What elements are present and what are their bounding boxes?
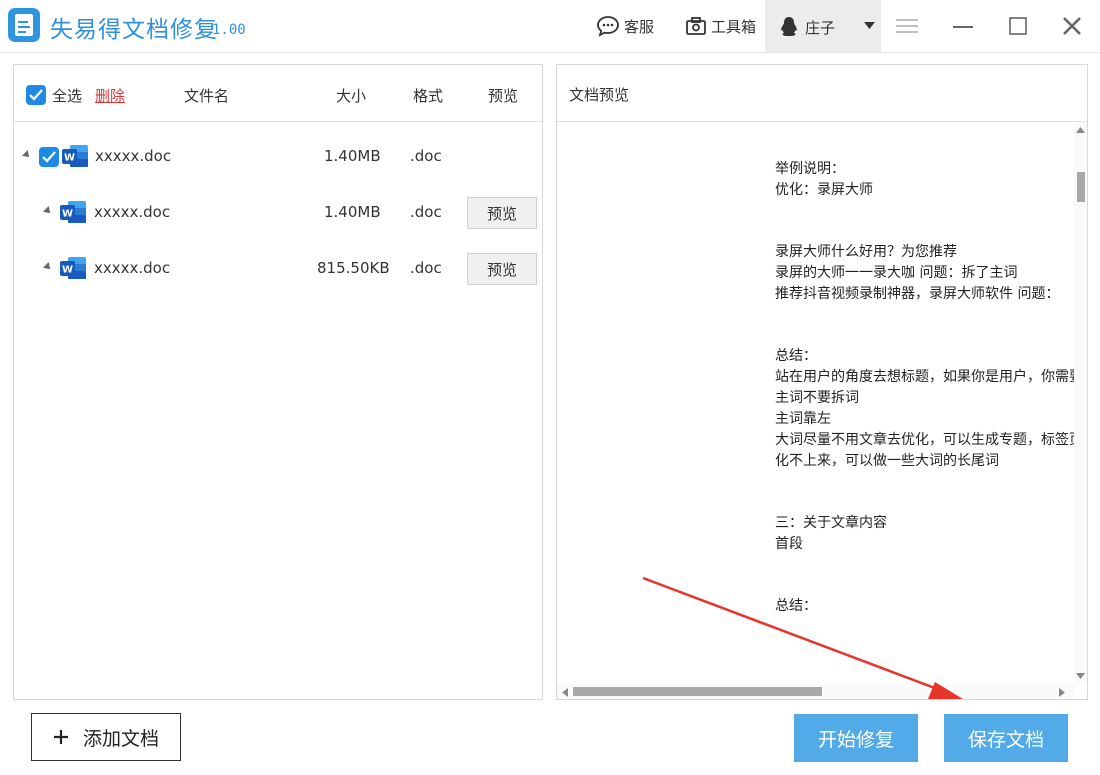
file-size: 815.50KB bbox=[317, 259, 390, 277]
document-preview-panel: 文档预览 举例说明： 优化：录屏大师 录屏大师什么好用？为您推荐 录屏的大师一一… bbox=[556, 64, 1088, 700]
preview-button[interactable]: 预览 bbox=[467, 253, 537, 285]
title-bar: 失易得文档修复 1.00 客服 工具箱 庄子 bbox=[0, 0, 1100, 53]
select-all-checkbox[interactable] bbox=[26, 85, 46, 105]
expand-triangle-icon[interactable] bbox=[22, 150, 32, 160]
scroll-up-arrow-icon[interactable] bbox=[1076, 127, 1085, 133]
checkmark-icon bbox=[29, 89, 43, 101]
table-row[interactable]: W xxxxx.doc 815.50KB .doc 预览 bbox=[14, 240, 542, 296]
vertical-scroll-thumb[interactable] bbox=[1077, 172, 1085, 202]
preview-line: 推荐抖音视频录制神器，录屏大师软件 问题： bbox=[775, 286, 1060, 302]
file-list-header: 全选 删除 文件名 大小 格式 预览 bbox=[14, 65, 542, 122]
word-doc-icon: W bbox=[62, 145, 88, 167]
app-logo-icon bbox=[8, 8, 40, 42]
horizontal-scroll-thumb[interactable] bbox=[573, 687, 822, 696]
preview-line: 主词不要拆词 bbox=[775, 390, 859, 406]
file-name: xxxxx.doc bbox=[94, 259, 171, 277]
chevron-down-icon[interactable] bbox=[864, 22, 875, 30]
customer-service-button[interactable]: 客服 bbox=[596, 0, 654, 52]
preview-title: 文档预览 bbox=[569, 86, 630, 104]
checkmark-icon bbox=[42, 151, 56, 163]
customer-service-label: 客服 bbox=[624, 17, 655, 36]
column-header-format: 格式 bbox=[413, 87, 444, 105]
maximize-icon[interactable] bbox=[1003, 10, 1033, 42]
preview-line: 录屏大师什么好用？为您推荐 bbox=[775, 244, 957, 260]
expand-triangle-icon[interactable] bbox=[43, 206, 53, 216]
file-size: 1.40MB bbox=[324, 203, 381, 221]
scroll-right-arrow-icon[interactable] bbox=[1059, 688, 1065, 697]
user-avatar-icon bbox=[781, 17, 797, 36]
vertical-scrollbar[interactable] bbox=[1074, 122, 1087, 684]
add-document-label: 添加文档 bbox=[82, 727, 159, 750]
file-format: .doc bbox=[410, 147, 442, 165]
toolbox-icon bbox=[686, 17, 706, 35]
start-repair-button[interactable]: 开始修复 bbox=[794, 714, 918, 762]
add-document-button[interactable]: 添加文档 bbox=[31, 713, 181, 761]
minimize-icon[interactable] bbox=[948, 10, 978, 42]
file-size: 1.40MB bbox=[324, 147, 381, 165]
column-header-size: 大小 bbox=[336, 87, 367, 105]
preview-button[interactable]: 预览 bbox=[467, 197, 537, 229]
column-header-filename: 文件名 bbox=[184, 87, 230, 105]
column-header-preview: 预览 bbox=[488, 87, 519, 105]
app-title: 失易得文档修复 bbox=[50, 17, 218, 43]
scroll-left-arrow-icon[interactable] bbox=[562, 688, 568, 697]
scroll-down-arrow-icon[interactable] bbox=[1076, 673, 1085, 679]
expand-triangle-icon[interactable] bbox=[43, 262, 53, 272]
svg-text:W: W bbox=[64, 153, 75, 164]
preview-line: 优化：录屏大师 bbox=[775, 182, 873, 198]
preview-line: 站在用户的角度去想标题，如果你是用户，你需要 bbox=[775, 369, 1075, 385]
app-version: 1.00 bbox=[212, 22, 246, 38]
preview-line: 三：关于文章内容 bbox=[775, 515, 887, 531]
preview-header: 文档预览 bbox=[557, 65, 1087, 122]
preview-content[interactable]: 举例说明： 优化：录屏大师 录屏大师什么好用？为您推荐 录屏的大师一一录大咖 问… bbox=[557, 122, 1075, 684]
select-all-label[interactable]: 全选 bbox=[52, 85, 82, 106]
file-name: xxxxx.doc bbox=[94, 203, 171, 221]
toolbox-button[interactable]: 工具箱 bbox=[685, 0, 756, 52]
delete-link[interactable]: 删除 bbox=[95, 85, 125, 106]
row-checkbox[interactable] bbox=[39, 147, 59, 167]
toolbox-label: 工具箱 bbox=[711, 17, 757, 36]
user-menu[interactable]: 庄子 bbox=[765, 0, 881, 52]
preview-line: 大词尽量不用文章去优化，可以生成专题，标签页 bbox=[775, 432, 1075, 448]
save-document-button[interactable]: 保存文档 bbox=[944, 714, 1068, 762]
svg-text:W: W bbox=[62, 265, 73, 276]
menu-icon[interactable] bbox=[892, 10, 922, 42]
file-format: .doc bbox=[410, 259, 442, 277]
preview-line: 化不上来，可以做一些大词的长尾词 bbox=[775, 453, 999, 469]
table-row[interactable]: W xxxxx.doc 1.40MB .doc 预览 bbox=[14, 184, 542, 240]
chat-bubble-icon bbox=[597, 16, 619, 37]
preview-line: 主词靠左 bbox=[775, 411, 831, 427]
file-name: xxxxx.doc bbox=[95, 147, 172, 165]
preview-line: 总结： bbox=[775, 348, 817, 364]
preview-line: 录屏的大师一一录大咖 问题：拆了主词 bbox=[775, 265, 1018, 281]
table-row[interactable]: W xxxxx.doc 1.40MB .doc bbox=[14, 128, 542, 184]
preview-line: 总结： bbox=[775, 598, 817, 614]
preview-line: 首段 bbox=[775, 536, 803, 552]
plus-icon bbox=[53, 730, 68, 744]
word-doc-icon: W bbox=[60, 201, 86, 223]
word-doc-icon: W bbox=[60, 257, 86, 279]
svg-text:W: W bbox=[62, 209, 73, 220]
preview-line: 举例说明： bbox=[775, 161, 845, 177]
close-icon[interactable] bbox=[1057, 10, 1087, 42]
user-name: 庄子 bbox=[805, 19, 836, 37]
horizontal-scrollbar[interactable] bbox=[557, 684, 1075, 699]
file-list-panel: 全选 删除 文件名 大小 格式 预览 W xxxxx.doc 1.40MB .d… bbox=[13, 64, 543, 700]
file-format: .doc bbox=[410, 203, 442, 221]
